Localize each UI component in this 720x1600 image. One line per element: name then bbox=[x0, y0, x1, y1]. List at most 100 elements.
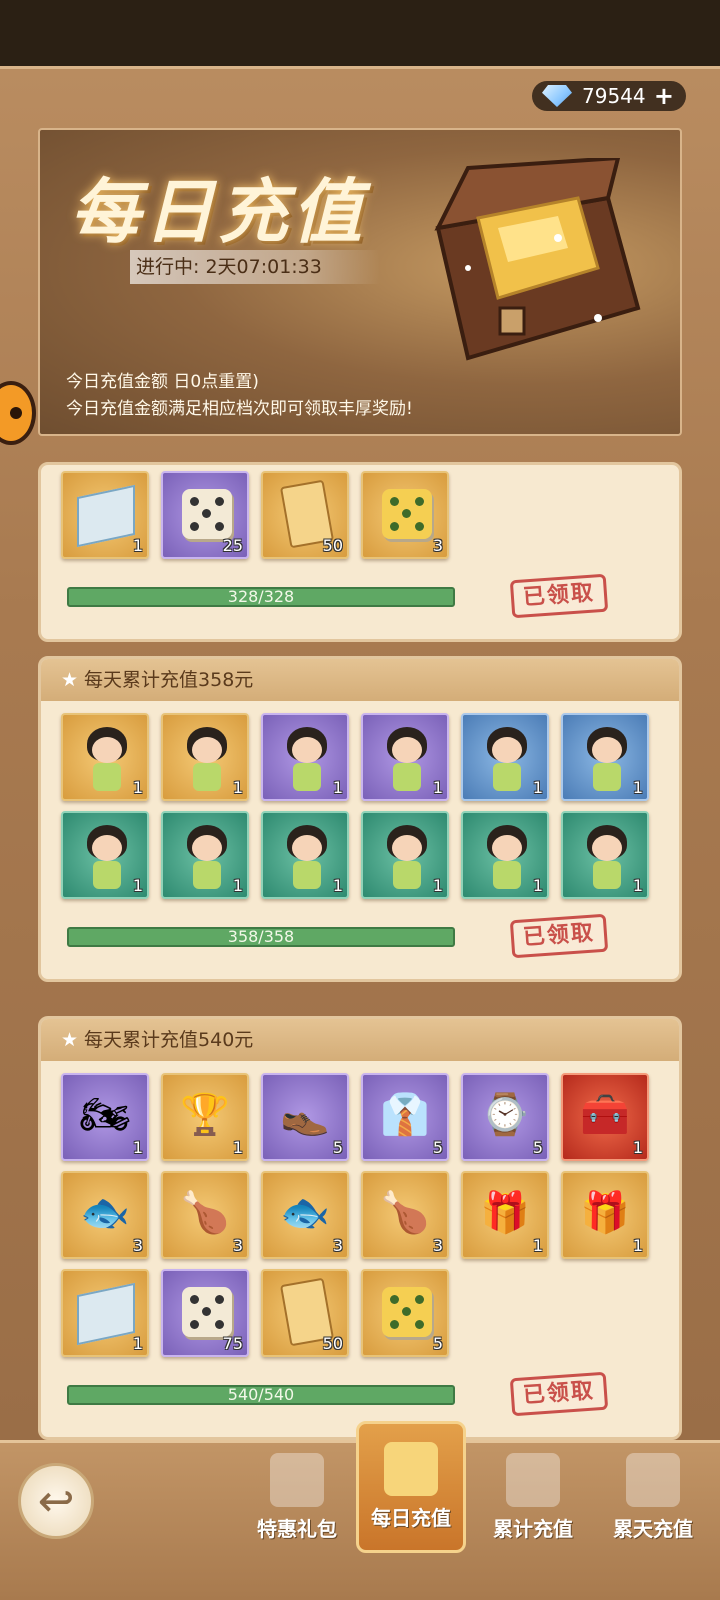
reward-item-ornament[interactable]: 🏆 1 bbox=[161, 1073, 249, 1161]
tier-progress-bar: 540/540 bbox=[67, 1385, 455, 1405]
star-icon: ★ bbox=[61, 1029, 79, 1051]
character-green-icon bbox=[379, 821, 435, 891]
mascot-icon[interactable] bbox=[0, 381, 36, 445]
diamond-icon bbox=[542, 85, 572, 107]
back-button[interactable]: ↩ bbox=[18, 1463, 94, 1539]
character-splash-icon bbox=[179, 723, 235, 793]
star-icon: ★ bbox=[61, 669, 79, 691]
tier-title: 每天累计充值358元 bbox=[84, 669, 254, 691]
gold-dice-card-icon bbox=[382, 489, 432, 539]
character-wave-icon bbox=[279, 723, 335, 793]
reward-item-character[interactable]: 1 bbox=[461, 713, 549, 801]
character-green-icon bbox=[79, 821, 135, 891]
reward-item-dice[interactable]: 75 bbox=[161, 1269, 249, 1357]
back-arrow-icon: ↩ bbox=[37, 1475, 75, 1527]
character-pose-icon bbox=[479, 723, 535, 793]
add-gems-button[interactable]: + bbox=[654, 82, 674, 110]
reward-item-suit[interactable]: 👔 5 bbox=[361, 1073, 449, 1161]
reward-tier-card: 1 25 50 3 328/328 已领取 bbox=[38, 462, 682, 642]
chest-icon bbox=[506, 1453, 560, 1507]
scroll-icon bbox=[77, 484, 135, 548]
shoes-icon: 👞 bbox=[280, 1092, 330, 1139]
bottom-nav: ↩ 特惠礼包 每日充值 累计充值 累天充值 bbox=[0, 1421, 720, 1600]
character-pose-icon bbox=[579, 723, 635, 793]
reward-item-scroll[interactable]: 1 bbox=[61, 471, 149, 559]
reward-item-scroll[interactable]: 1 bbox=[61, 1269, 149, 1357]
claimed-stamp: 已领取 bbox=[509, 913, 609, 959]
tier-header: ★ 每天累计充值540元 bbox=[41, 1019, 679, 1061]
reward-item-character[interactable]: 1 bbox=[461, 811, 549, 899]
tab-special-gift[interactable]: 特惠礼包 bbox=[242, 1443, 352, 1553]
calendar-icon bbox=[626, 1453, 680, 1507]
tier-header: ★ 每天累计充值358元 bbox=[41, 659, 679, 701]
reward-items: 1 25 50 3 bbox=[41, 465, 679, 559]
banner-description: 今日充值金额满足相应档次即可领取丰厚奖励! bbox=[66, 399, 413, 419]
reward-item-character[interactable]: 1 bbox=[161, 713, 249, 801]
reward-item-dice[interactable]: 25 bbox=[161, 471, 249, 559]
character-green-icon bbox=[179, 821, 235, 891]
character-green-icon bbox=[579, 821, 635, 891]
tab-daily-recharge[interactable]: 每日充值 bbox=[356, 1421, 466, 1553]
character-green-icon bbox=[279, 821, 335, 891]
chicken-dish-icon: 🍗 bbox=[180, 1190, 230, 1237]
gold-ornament-icon: 🏆 bbox=[180, 1092, 230, 1139]
banner-title: 每日充值 bbox=[70, 170, 366, 253]
reward-item-chicken[interactable]: 🍗 3 bbox=[161, 1171, 249, 1259]
reward-item-character[interactable]: 1 bbox=[561, 713, 649, 801]
watch-icon: ⌚ bbox=[480, 1092, 530, 1139]
character-green-icon bbox=[479, 821, 535, 891]
reward-item-gold-dice[interactable]: 5 bbox=[361, 1269, 449, 1357]
banner-info-line: 今日充值金额 日0点重置) bbox=[66, 372, 259, 392]
reward-item-character[interactable]: 1 bbox=[361, 713, 449, 801]
reward-item-gift-box[interactable]: 🎁 1 bbox=[561, 1171, 649, 1259]
character-wave-icon bbox=[379, 723, 435, 793]
gold-bars-icon bbox=[384, 1442, 438, 1496]
reward-item-fist-card[interactable]: 50 bbox=[261, 471, 349, 559]
reward-item-character[interactable]: 1 bbox=[61, 713, 149, 801]
gold-dice-card-icon bbox=[382, 1287, 432, 1337]
tier-progress-bar: 358/358 bbox=[67, 927, 455, 947]
gift-box-icon: 🎁 bbox=[480, 1190, 530, 1237]
fish-dish-icon: 🐟 bbox=[80, 1190, 130, 1237]
dice-icon bbox=[182, 1287, 232, 1337]
reward-items: 🏍 1 🏆 1 👞 5 👔 5 ⌚ 5 🧰 1 🐟 3 🍗 3 🐟 3 🍗 3 🎁 1 🎁 1 1 75… bbox=[41, 1061, 679, 1357]
reward-item-fist-card[interactable]: 50 bbox=[261, 1269, 349, 1357]
gem-balance[interactable]: 79544 + bbox=[532, 81, 686, 111]
reward-item-character[interactable]: 1 bbox=[161, 811, 249, 899]
tier-progress-bar: 328/328 bbox=[67, 587, 455, 607]
gold-chest-icon bbox=[434, 158, 641, 361]
reward-items: 1 1 1 1 1 1 1 1 1 1 1 1 bbox=[41, 701, 679, 899]
chicken-dish-icon: 🍗 bbox=[380, 1190, 430, 1237]
reward-item-shoes[interactable]: 👞 5 bbox=[261, 1073, 349, 1161]
event-timer: 进行中: 2天07:01:33 bbox=[130, 250, 380, 284]
tab-cumulative-days[interactable]: 累天充值 bbox=[598, 1443, 708, 1553]
reward-item-motorcycle[interactable]: 🏍 1 bbox=[61, 1073, 149, 1161]
reward-item-chicken[interactable]: 🍗 3 bbox=[361, 1171, 449, 1259]
dice-icon bbox=[182, 489, 232, 539]
gift-icon bbox=[270, 1453, 324, 1507]
fish-dish-icon: 🐟 bbox=[280, 1190, 330, 1237]
tab-cumulative-recharge[interactable]: 累计充值 bbox=[478, 1443, 588, 1553]
status-bar-area bbox=[0, 0, 720, 66]
gift-box-icon: 🎁 bbox=[580, 1190, 630, 1237]
event-banner: 每日充值 进行中: 2天07:01:33 今日充值金额 日0点重置) 今日充值金… bbox=[38, 128, 682, 436]
treasure-chest-icon: 🧰 bbox=[580, 1092, 630, 1139]
reward-item-character[interactable]: 1 bbox=[261, 713, 349, 801]
reward-item-character[interactable]: 1 bbox=[261, 811, 349, 899]
reward-item-fish[interactable]: 🐟 3 bbox=[261, 1171, 349, 1259]
reward-item-gold-dice[interactable]: 3 bbox=[361, 471, 449, 559]
character-splash-icon bbox=[79, 723, 135, 793]
reward-item-character[interactable]: 1 bbox=[61, 811, 149, 899]
scroll-icon bbox=[77, 1282, 135, 1346]
tier-title: 每天累计充值540元 bbox=[84, 1029, 254, 1051]
reward-tier-card: ★ 每天累计充值540元 🏍 1 🏆 1 👞 5 👔 5 ⌚ 5 🧰 1 🐟 3 🍗 3 🐟 3 🍗… bbox=[38, 1016, 682, 1440]
claimed-stamp: 已领取 bbox=[509, 1371, 609, 1417]
reward-item-character[interactable]: 1 bbox=[561, 811, 649, 899]
reward-item-chest[interactable]: 🧰 1 bbox=[561, 1073, 649, 1161]
motorcycle-icon: 🏍 bbox=[79, 1092, 131, 1139]
reward-item-fish[interactable]: 🐟 3 bbox=[61, 1171, 149, 1259]
reward-item-watch[interactable]: ⌚ 5 bbox=[461, 1073, 549, 1161]
reward-item-character[interactable]: 1 bbox=[361, 811, 449, 899]
reward-item-gift-box[interactable]: 🎁 1 bbox=[461, 1171, 549, 1259]
suit-icon: 👔 bbox=[380, 1092, 430, 1139]
